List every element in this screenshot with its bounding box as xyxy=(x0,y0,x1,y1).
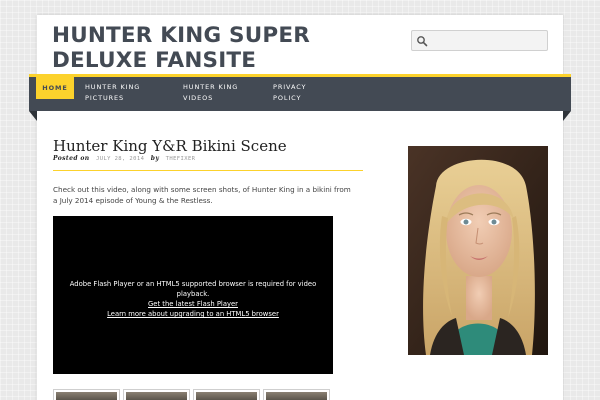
post-meta: Posted on JULY 28, 2014 by THEFIXER xyxy=(53,155,195,162)
meta-divider xyxy=(53,170,363,171)
nav-item-privacy[interactable]: PRIVACY POLICY xyxy=(273,77,313,104)
html5-browser-link[interactable]: Learn more about upgrading to an HTML5 b… xyxy=(53,309,333,319)
nav-item-videos[interactable]: HUNTER KING VIDEOS xyxy=(183,77,239,104)
gallery-thumbnail[interactable] xyxy=(263,389,330,400)
portrait-illustration xyxy=(408,146,548,355)
post-excerpt: Check out this video, along with some sc… xyxy=(53,185,351,205)
gallery-thumbnail[interactable] xyxy=(193,389,260,400)
gallery-thumbnail[interactable] xyxy=(123,389,190,400)
search-icon[interactable] xyxy=(416,35,428,47)
nav-ribbon-fold-left xyxy=(29,111,37,121)
video-player[interactable]: Adobe Flash Player or an HTML5 supported… xyxy=(53,216,333,374)
video-message-block: Adobe Flash Player or an HTML5 supported… xyxy=(53,279,333,319)
posted-on-label: Posted on xyxy=(53,155,90,162)
main-nav: HOME HUNTER KING PICTURES HUNTER KING VI… xyxy=(29,74,571,111)
search-input[interactable] xyxy=(430,33,542,48)
gallery-thumbnail[interactable] xyxy=(53,389,120,400)
nav-item-pictures[interactable]: HUNTER KING PICTURES xyxy=(85,77,145,104)
flash-player-link[interactable]: Get the latest Flash Player xyxy=(53,299,333,309)
nav-item-home[interactable]: HOME xyxy=(36,77,74,99)
site-title[interactable]: HUNTER KING SUPER DELUXE FANSITE xyxy=(52,23,412,73)
nav-ribbon-fold-right xyxy=(563,111,571,121)
post-date[interactable]: JULY 28, 2014 xyxy=(96,156,144,162)
sidebar-portrait-image[interactable] xyxy=(408,146,548,355)
post-title[interactable]: Hunter King Y&R Bikini Scene xyxy=(53,137,287,155)
search-box[interactable] xyxy=(411,30,548,51)
post-author[interactable]: THEFIXER xyxy=(166,156,196,162)
by-label: by xyxy=(150,155,160,162)
video-requirement-text: Adobe Flash Player or an HTML5 supported… xyxy=(69,280,317,298)
